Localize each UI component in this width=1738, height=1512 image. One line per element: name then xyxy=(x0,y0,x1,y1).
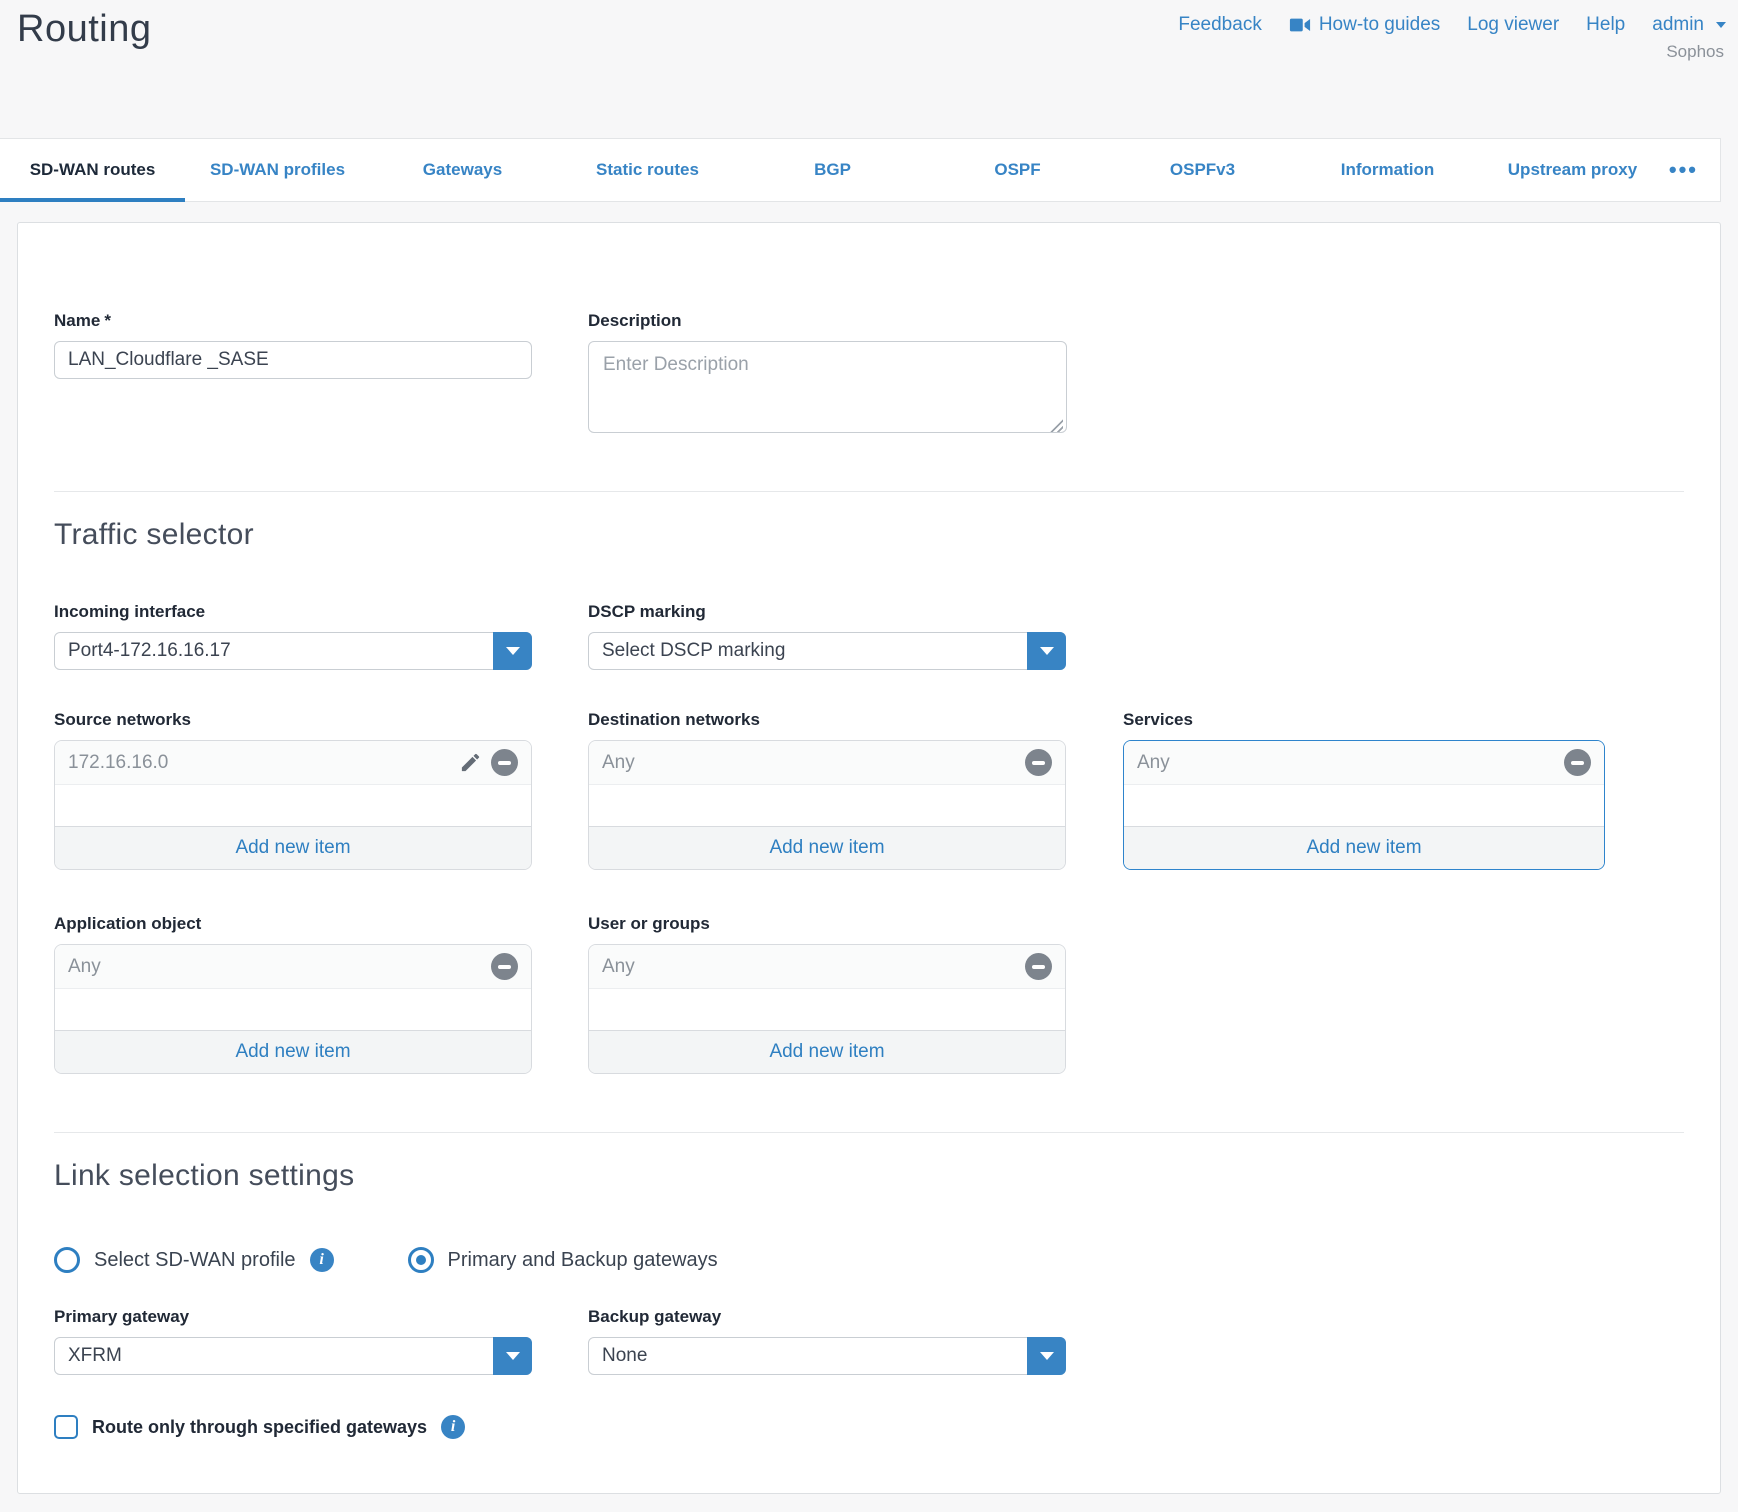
info-icon[interactable]: i xyxy=(441,1415,465,1439)
user-or-groups-group: User or groups Any Add new item xyxy=(588,914,1067,1074)
remove-icon[interactable] xyxy=(1025,749,1052,776)
name-field-group: Name* xyxy=(54,311,532,379)
tab-bgp[interactable]: BGP xyxy=(740,139,925,201)
primary-gateway-label: Primary gateway xyxy=(54,1307,532,1327)
link-selection-heading: Link selection settings xyxy=(54,1159,1684,1193)
section-divider xyxy=(54,491,1684,492)
tab-ospf[interactable]: OSPF xyxy=(925,139,1110,201)
name-label: Name* xyxy=(54,311,532,331)
select-sd-wan-profile-radio-label[interactable]: Select SD-WAN profile xyxy=(94,1249,296,1272)
tab-bar: SD-WAN routes SD-WAN profiles Gateways S… xyxy=(0,138,1721,202)
header-links: Feedback How-to guides Log viewer Help a… xyxy=(1178,14,1726,36)
dropdown-arrow-icon[interactable] xyxy=(493,632,532,670)
remove-icon[interactable] xyxy=(491,953,518,980)
application-object-box: Any Add new item xyxy=(54,944,532,1074)
services-box: Any Add new item xyxy=(1123,740,1605,870)
tab-gateways[interactable]: Gateways xyxy=(370,139,555,201)
destination-networks-add-button[interactable]: Add new item xyxy=(589,826,1065,869)
sd-wan-route-form: Name* Description Traffic selector Incom… xyxy=(17,222,1721,1494)
description-textarea[interactable] xyxy=(588,341,1067,433)
list-item: Any xyxy=(55,945,531,989)
name-input[interactable] xyxy=(54,341,532,379)
incoming-interface-group: Incoming interface Port4-172.16.16.17 xyxy=(54,602,532,670)
source-networks-group: Source networks 172.16.16.0 Add new item xyxy=(54,710,532,870)
log-viewer-link[interactable]: Log viewer xyxy=(1467,14,1559,36)
primary-backup-gateways-radio[interactable] xyxy=(408,1247,434,1273)
more-tabs-icon[interactable]: ••• xyxy=(1669,139,1698,201)
dscp-marking-label: DSCP marking xyxy=(588,602,1067,622)
backup-gateway-group: Backup gateway None xyxy=(588,1307,1067,1375)
route-only-checkbox-label[interactable]: Route only through specified gateways xyxy=(92,1417,427,1438)
user-or-groups-label: User or groups xyxy=(588,914,1067,934)
remove-icon[interactable] xyxy=(1564,749,1591,776)
list-empty-space xyxy=(55,785,531,826)
required-asterisk: * xyxy=(104,311,111,330)
list-empty-space xyxy=(1124,785,1604,826)
destination-networks-label: Destination networks xyxy=(588,710,1067,730)
application-object-label: Application object xyxy=(54,914,532,934)
dropdown-arrow-icon[interactable] xyxy=(493,1337,532,1375)
admin-menu[interactable]: admin xyxy=(1652,14,1726,36)
incoming-interface-select[interactable]: Port4-172.16.16.17 xyxy=(54,632,532,670)
info-icon[interactable]: i xyxy=(310,1248,334,1272)
source-networks-add-button[interactable]: Add new item xyxy=(55,826,531,869)
route-only-checkbox[interactable] xyxy=(54,1415,78,1439)
source-networks-label: Source networks xyxy=(54,710,532,730)
destination-networks-group: Destination networks Any Add new item xyxy=(588,710,1067,870)
tab-information[interactable]: Information xyxy=(1295,139,1480,201)
dropdown-arrow-icon[interactable] xyxy=(1027,632,1066,670)
backup-gateway-label: Backup gateway xyxy=(588,1307,1067,1327)
primary-gateway-group: Primary gateway XFRM xyxy=(54,1307,532,1375)
tab-sd-wan-profiles[interactable]: SD-WAN profiles xyxy=(185,139,370,201)
page-header: Routing Feedback How-to guides Log viewe… xyxy=(0,0,1738,138)
remove-icon[interactable] xyxy=(491,749,518,776)
page-title: Routing xyxy=(17,8,151,51)
application-object-add-button[interactable]: Add new item xyxy=(55,1030,531,1073)
help-link[interactable]: Help xyxy=(1586,14,1625,36)
list-item: Any xyxy=(589,741,1065,785)
video-camera-icon xyxy=(1289,17,1311,33)
services-label: Services xyxy=(1123,710,1605,730)
primary-gateway-select[interactable]: XFRM xyxy=(54,1337,532,1375)
select-sd-wan-profile-radio[interactable] xyxy=(54,1247,80,1273)
tab-sd-wan-routes[interactable]: SD-WAN routes xyxy=(0,139,185,201)
brand-label: Sophos xyxy=(1666,42,1724,62)
feedback-link[interactable]: Feedback xyxy=(1178,14,1261,36)
traffic-selector-heading: Traffic selector xyxy=(54,518,1684,552)
remove-icon[interactable] xyxy=(1025,953,1052,980)
howto-guides-link[interactable]: How-to guides xyxy=(1289,14,1440,36)
services-add-button[interactable]: Add new item xyxy=(1124,826,1604,869)
primary-backup-gateways-radio-label[interactable]: Primary and Backup gateways xyxy=(448,1249,718,1272)
list-item: Any xyxy=(1124,741,1604,785)
services-group: Services Any Add new item xyxy=(1123,710,1605,870)
source-networks-box: 172.16.16.0 Add new item xyxy=(54,740,532,870)
dscp-marking-group: DSCP marking Select DSCP marking xyxy=(588,602,1067,670)
dropdown-arrow-icon[interactable] xyxy=(1027,1337,1066,1375)
list-empty-space xyxy=(55,989,531,1030)
edit-icon[interactable] xyxy=(459,751,482,774)
list-empty-space xyxy=(589,785,1065,826)
incoming-interface-label: Incoming interface xyxy=(54,602,532,622)
chevron-down-icon xyxy=(1716,22,1726,28)
list-item: 172.16.16.0 xyxy=(55,741,531,785)
user-or-groups-box: Any Add new item xyxy=(588,944,1066,1074)
route-only-row: Route only through specified gateways i xyxy=(54,1415,1684,1439)
tab-ospfv3[interactable]: OSPFv3 xyxy=(1110,139,1295,201)
description-label: Description xyxy=(588,311,1067,331)
user-or-groups-add-button[interactable]: Add new item xyxy=(589,1030,1065,1073)
tab-upstream-proxy[interactable]: Upstream proxy xyxy=(1480,139,1665,201)
list-item: Any xyxy=(589,945,1065,989)
section-divider xyxy=(54,1132,1684,1133)
tab-static-routes[interactable]: Static routes xyxy=(555,139,740,201)
link-selection-radio-group: Select SD-WAN profile i Primary and Back… xyxy=(54,1247,1684,1273)
list-empty-space xyxy=(589,989,1065,1030)
destination-networks-box: Any Add new item xyxy=(588,740,1066,870)
description-field-group: Description xyxy=(588,311,1067,438)
dscp-marking-select[interactable]: Select DSCP marking xyxy=(588,632,1066,670)
application-object-group: Application object Any Add new item xyxy=(54,914,532,1074)
backup-gateway-select[interactable]: None xyxy=(588,1337,1066,1375)
